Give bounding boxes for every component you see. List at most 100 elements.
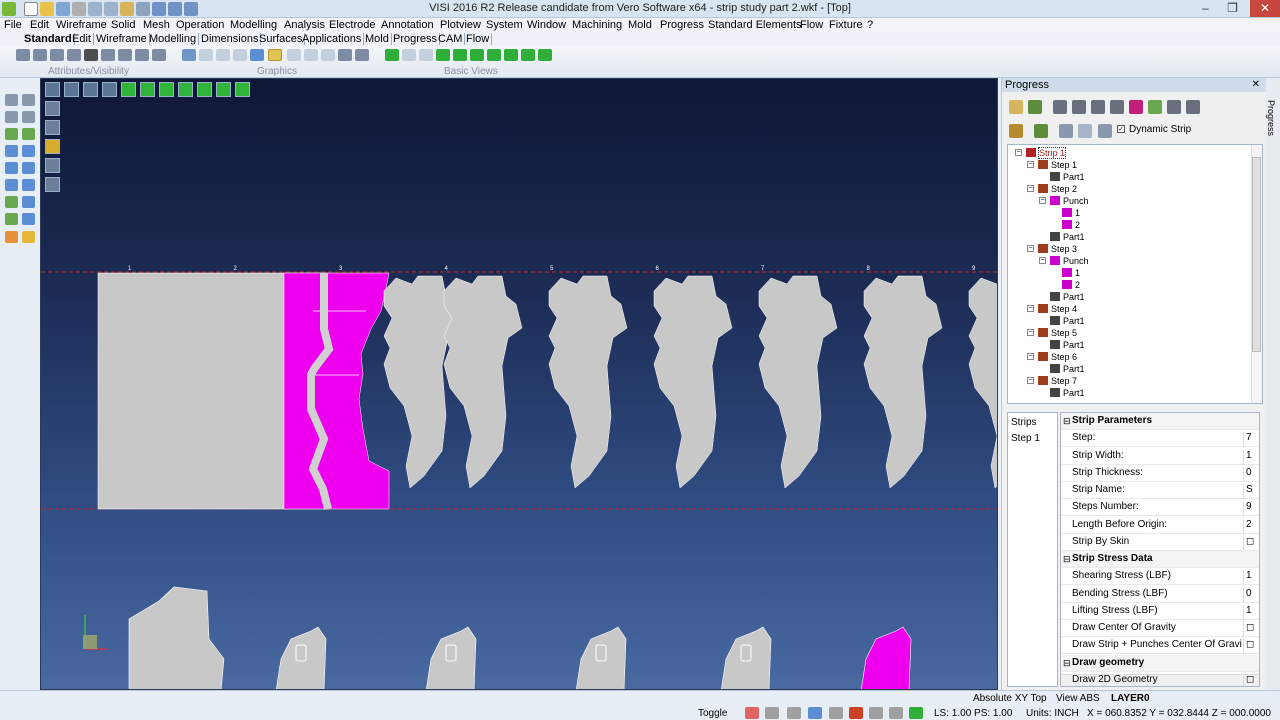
property-value[interactable]: 7 [1243, 432, 1252, 448]
tree-expander[interactable]: − [1027, 329, 1034, 336]
tree-expander[interactable]: − [1027, 353, 1034, 360]
status-toggle[interactable]: Toggle [698, 708, 727, 719]
view-front-icon[interactable] [402, 49, 416, 61]
tab-surfaces[interactable]: Surfaces [257, 33, 306, 45]
strip-tool-12-icon[interactable] [1034, 124, 1048, 138]
property-value[interactable]: 9 [1243, 501, 1252, 517]
viewport-view-right-icon[interactable] [159, 82, 174, 97]
strip-layout-drawing[interactable]: 1 2 3 4 5 6 7 8 9 [41, 79, 998, 690]
viewport-view-iso4-icon[interactable] [235, 82, 250, 97]
property-category[interactable]: ⊟ Strip Parameters [1061, 413, 1259, 430]
attribute-tool-icon[interactable] [5, 196, 18, 208]
tree-node[interactable]: Step 3 [1038, 243, 1077, 255]
property-value[interactable]: 0 [1243, 466, 1252, 482]
tab-progress[interactable]: Progress [391, 33, 441, 45]
view-iso-7-icon[interactable] [538, 49, 552, 61]
tree-expander[interactable]: − [1015, 149, 1022, 156]
mirror-tool-icon[interactable] [5, 162, 18, 174]
strip-tree[interactable]: − Strip 1− Step 1 Part1− Step 2− Punch 1 2 Part1… [1007, 144, 1263, 404]
properties-grid[interactable]: ⊟ Strip Parameters Step: 7 Strip Width: 1 Stri… [1060, 412, 1260, 687]
property-value[interactable]: ◻ [1243, 622, 1254, 637]
viewport-view-front-icon[interactable] [140, 82, 155, 97]
tree-node[interactable]: Step 6 [1038, 351, 1077, 363]
rect-tool-icon[interactable] [5, 111, 18, 123]
strip-tool-10-icon[interactable] [1186, 100, 1200, 114]
menu-flow[interactable]: Flow [800, 19, 823, 31]
tree-expander[interactable]: − [1027, 377, 1034, 384]
strip-tool-8-icon[interactable] [1148, 100, 1162, 114]
bottom-part-1[interactable] [128, 586, 225, 690]
tree-node[interactable]: Step 1 [1038, 159, 1077, 171]
strip-tool-3-icon[interactable] [1053, 100, 1067, 114]
property-value[interactable]: 2 [1243, 518, 1252, 534]
panel-close-icon[interactable]: ✕ [1252, 78, 1260, 92]
property-row[interactable]: Strip By Skin ◻ [1061, 534, 1259, 551]
tree-node[interactable]: Step 5 [1038, 327, 1077, 339]
menu-edit[interactable]: Edit [30, 19, 49, 31]
menu-operation[interactable]: Operation [176, 19, 224, 31]
viewport-side-1-icon[interactable] [45, 101, 60, 116]
tab-modelling[interactable]: Modelling [147, 33, 200, 45]
view-right-icon[interactable] [419, 49, 433, 61]
wireframe-view-icon[interactable] [287, 49, 301, 61]
tree-node[interactable]: 2 [1062, 279, 1080, 291]
menu-modelling[interactable]: Modelling [230, 19, 277, 31]
property-row[interactable]: Length Before Origin: 2 [1061, 517, 1259, 534]
property-value[interactable]: 1 [1243, 604, 1252, 620]
property-row[interactable]: Draw 2D Geometry ◻ [1061, 672, 1259, 686]
viewport-view-iso2-icon[interactable] [197, 82, 212, 97]
viewport-zoom-icon[interactable] [83, 82, 98, 97]
collapse-icon[interactable]: ⊟ [1063, 416, 1071, 427]
special-tool-a-icon[interactable] [5, 231, 18, 243]
menu-annotation[interactable]: Annotation [381, 19, 434, 31]
property-category[interactable]: ⊟ Strip Stress Data [1061, 551, 1259, 568]
status-icon-5[interactable] [829, 707, 843, 719]
formed-part-5[interactable] [758, 275, 838, 489]
view-iso-1-icon[interactable] [436, 49, 450, 61]
restore-button[interactable]: ❐ [1219, 0, 1246, 17]
tree-expander[interactable]: − [1039, 257, 1046, 264]
tree-node[interactable]: Punch [1050, 195, 1089, 207]
delete-tool-icon[interactable] [22, 213, 35, 225]
trim-tool-icon[interactable] [22, 111, 35, 123]
minimize-button[interactable]: – [1192, 0, 1219, 17]
property-row[interactable]: Shearing Stress (LBF) 1 [1061, 568, 1259, 586]
tree-expander[interactable]: − [1027, 245, 1034, 252]
filter-icon[interactable] [118, 49, 132, 61]
strip-tool-5-icon[interactable] [1091, 100, 1105, 114]
strip-tool-15-icon[interactable] [1098, 124, 1112, 138]
tree-node[interactable]: Part1 [1050, 291, 1085, 303]
tree-node[interactable]: Part1 [1050, 363, 1085, 375]
pan-icon[interactable] [250, 49, 264, 61]
viewport-side-2-icon[interactable] [45, 120, 60, 135]
tree-node[interactable]: Part1 [1050, 171, 1085, 183]
tree-node[interactable]: 1 [1062, 207, 1080, 219]
group-icon[interactable] [135, 49, 149, 61]
property-row[interactable]: Draw Center Of Gravity ◻ [1061, 620, 1259, 637]
viewport-pan-icon[interactable] [102, 82, 117, 97]
strip-tool-9-icon[interactable] [1167, 100, 1181, 114]
tab-wireframe[interactable]: Wireframe [94, 33, 150, 45]
property-value[interactable]: S [1243, 484, 1253, 499]
strips-item[interactable]: Step 1 [1011, 433, 1040, 444]
tab-cam[interactable]: CAM [436, 33, 466, 45]
property-row[interactable]: Strip Thickness: 0 [1061, 465, 1259, 482]
tree-expander[interactable]: − [1027, 185, 1034, 192]
graphics-settings-icon[interactable] [355, 49, 369, 61]
property-row[interactable]: Steps Number: 9 [1061, 499, 1259, 517]
menu-electrode[interactable]: Electrode [329, 19, 375, 31]
menu-mold[interactable]: Mold [628, 19, 652, 31]
property-value[interactable]: 0 [1243, 587, 1252, 603]
progress-vertical-tab[interactable]: Progress [1266, 78, 1280, 690]
status-icon-3[interactable] [787, 707, 801, 719]
view-iso-6-icon[interactable] [521, 49, 535, 61]
tree-node[interactable]: Part1 [1050, 387, 1085, 399]
tree-node[interactable]: Strip 1 [1026, 147, 1067, 159]
tab-dimensions[interactable]: Dimensions [199, 33, 262, 45]
strip-tool-14-icon[interactable] [1078, 124, 1092, 138]
point-tool-icon[interactable] [5, 94, 18, 106]
status-icon-7[interactable] [869, 707, 883, 719]
formed-part-7[interactable] [968, 276, 998, 489]
tab-standard[interactable]: Standard [22, 33, 75, 45]
status-icon-4[interactable] [808, 707, 822, 719]
